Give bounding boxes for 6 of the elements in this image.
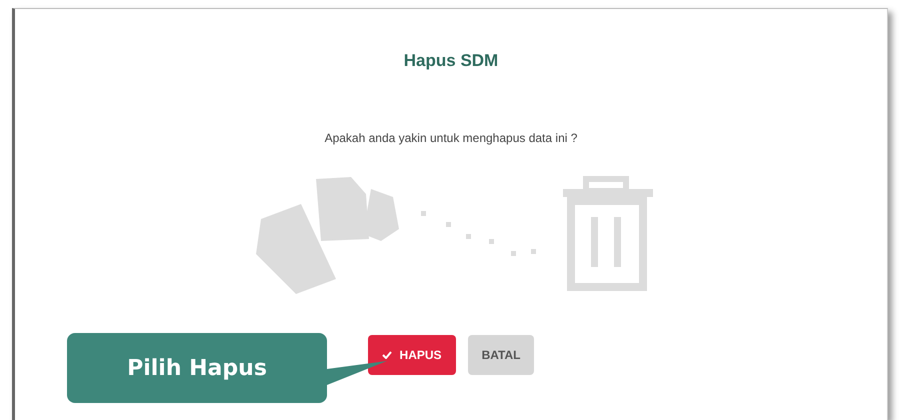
cancel-button[interactable]: BATAL bbox=[468, 335, 534, 375]
confirm-message: Apakah anda yakin untuk menghapus data ini ? bbox=[324, 131, 578, 145]
dialog-title: Hapus SDM bbox=[404, 51, 498, 71]
callout-label: Pilih Hapus bbox=[67, 333, 327, 403]
check-icon bbox=[382, 351, 392, 359]
delete-button[interactable]: HAPUS bbox=[368, 335, 456, 375]
